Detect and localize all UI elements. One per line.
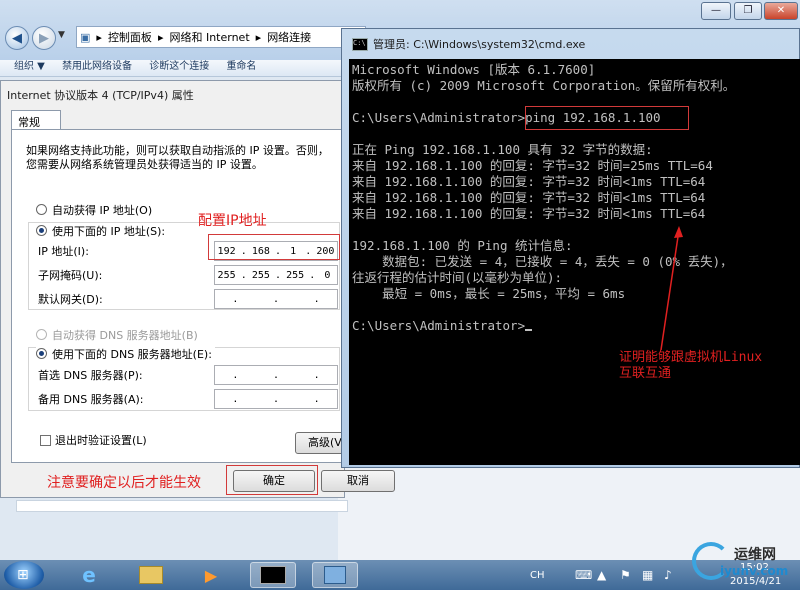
console-line: 最短 = 0ms，最长 = 25ms，平均 = 6ms bbox=[352, 286, 626, 301]
radio-off-icon bbox=[36, 204, 47, 215]
ipv4-properties-dialog: Internet 协议版本 4 (TCP/IPv4) 属性 常规 如果网络支持此… bbox=[0, 80, 395, 498]
radio-disabled-icon bbox=[36, 329, 47, 340]
auto-dns-radio[interactable]: 自动获得 DNS 服务器地址(B) bbox=[36, 327, 198, 343]
media-player-icon: ▶ bbox=[204, 565, 218, 585]
alternate-dns-label: 备用 DNS 服务器(A): bbox=[38, 393, 144, 406]
maximize-icon: ❐ bbox=[743, 5, 753, 16]
advanced-button[interactable]: 高级(V)... bbox=[295, 432, 345, 454]
cancel-button[interactable]: 取消 bbox=[321, 470, 395, 492]
cmd-title: 管理员: C:\Windows\system32\cmd.exe bbox=[373, 38, 586, 51]
console-line: 正在 Ping 192.168.1.100 具有 32 字节的数据: bbox=[352, 142, 653, 157]
cmd-console[interactable]: Microsoft Windows [版本 6.1.7600] 版权所有 (c)… bbox=[349, 59, 800, 465]
explorer-maximize-button[interactable]: ❐ bbox=[734, 2, 762, 20]
internet-explorer-icon: e bbox=[82, 563, 96, 587]
cmd-window: C:\ 管理员: C:\Windows\system32\cmd.exe Mic… bbox=[341, 28, 800, 468]
manual-ip-radio[interactable]: 使用下面的 IP 地址(S): bbox=[36, 223, 169, 239]
network-connections-icon bbox=[324, 566, 346, 584]
close-icon: ✕ bbox=[776, 5, 786, 16]
taskbar-ie[interactable]: e bbox=[66, 562, 112, 588]
windows-logo-icon: ⊞ bbox=[17, 567, 29, 583]
console-line: 版权所有 (c) 2009 Microsoft Corporation。保留所有… bbox=[352, 78, 736, 93]
address-bar[interactable]: ▣ ▸ 控制面板 ▸ 网络和 Internet ▸ 网络连接 bbox=[76, 26, 366, 48]
flag-icon[interactable]: ⚑ bbox=[620, 568, 631, 582]
subnet-mask-input[interactable]: 255. 255. 255. 0 bbox=[214, 265, 338, 285]
checkbox-icon bbox=[40, 435, 51, 446]
taskbar: ⊞ e ▶ CH ⌨ ▲ ⚑ ▦ ♪ 15:02 2015/4/21 bbox=[0, 560, 800, 590]
recent-pages-chevron-icon[interactable]: ▼ bbox=[58, 30, 65, 40]
dialog-description: 如果网络支持此功能，则可以获取自动指派的 IP 设置。否则， 您需要从网络系统管… bbox=[26, 144, 329, 171]
console-line: 192.168.1.100 的 Ping 统计信息: bbox=[352, 238, 573, 253]
taskbar-explorer[interactable] bbox=[128, 562, 174, 588]
toolbar-organize[interactable]: 组织 ▼ bbox=[14, 60, 45, 74]
explorer-close-button[interactable]: ✕ bbox=[764, 2, 798, 20]
ip-highlight-box bbox=[208, 234, 340, 260]
taskbar-cmd[interactable] bbox=[250, 562, 296, 588]
ping-command-highlight-box bbox=[525, 106, 689, 130]
console-prompt: C:\Users\Administrator> bbox=[352, 318, 533, 334]
alternate-dns-input[interactable]: ... bbox=[214, 389, 338, 409]
console-line: 来自 192.168.1.100 的回复: 字节=32 时间=25ms TTL=… bbox=[352, 158, 713, 173]
cmd-titlebar[interactable]: C:\ 管理员: C:\Windows\system32\cmd.exe bbox=[342, 29, 800, 59]
breadcrumb-1[interactable]: 网络和 Internet bbox=[166, 29, 252, 45]
annotation-config-ip: 配置IP地址 bbox=[198, 213, 267, 229]
console-line: 往返行程的估计时间(以毫秒为单位): bbox=[352, 270, 563, 285]
volume-icon[interactable]: ♪ bbox=[664, 568, 672, 582]
dialog-title: Internet 协议版本 4 (TCP/IPv4) 属性 bbox=[7, 89, 194, 102]
arrow-right-icon: ▶ bbox=[39, 30, 49, 46]
console-line: 来自 192.168.1.100 的回复: 字节=32 时间<1ms TTL=6… bbox=[352, 206, 706, 221]
annotation-proof: 证明能够跟虚拟机Linux 互联互通 bbox=[619, 350, 763, 381]
explorer-toolbar: 组织 ▼ 禁用此网络设备 诊断这个连接 重命名 bbox=[0, 60, 345, 77]
back-button[interactable]: ◀ bbox=[5, 26, 29, 50]
general-tab-panel: 如果网络支持此功能，则可以获取自动指派的 IP 设置。否则， 您需要从网络系统管… bbox=[11, 129, 345, 463]
arrow-left-icon: ◀ bbox=[12, 30, 22, 46]
breadcrumb-0[interactable]: 控制面板 bbox=[105, 29, 155, 45]
cursor-icon bbox=[525, 329, 533, 331]
taskbar-media-player[interactable]: ▶ bbox=[188, 562, 234, 588]
forward-button[interactable]: ▶ bbox=[32, 26, 56, 50]
annotation-note-ok: 注意要确定以后才能生效 bbox=[47, 475, 201, 491]
preferred-dns-label: 首选 DNS 服务器(P): bbox=[38, 369, 143, 382]
gateway-input[interactable]: ... bbox=[214, 289, 338, 309]
toolbar-disable-device[interactable]: 禁用此网络设备 bbox=[62, 60, 132, 74]
folder-icon bbox=[139, 566, 163, 584]
radio-on-icon bbox=[36, 348, 47, 359]
toolbar-diagnose[interactable]: 诊断这个连接 bbox=[149, 60, 209, 74]
ip-address-label: IP 地址(I): bbox=[38, 245, 89, 258]
ok-highlight-box bbox=[226, 465, 318, 495]
taskbar-network[interactable] bbox=[312, 562, 358, 588]
console-line: 来自 192.168.1.100 的回复: 字节=32 时间<1ms TTL=6… bbox=[352, 190, 706, 205]
console-line: 来自 192.168.1.100 的回复: 字节=32 时间<1ms TTL=6… bbox=[352, 174, 706, 189]
annotation-arrow-icon bbox=[660, 226, 683, 351]
cmd-icon: C:\ bbox=[352, 37, 368, 51]
validate-on-exit-checkbox[interactable]: 退出时验证设置(L) bbox=[40, 432, 147, 448]
manual-dns-radio[interactable]: 使用下面的 DNS 服务器地址(E): bbox=[36, 346, 215, 362]
network-status-icon[interactable]: ▦ bbox=[642, 568, 653, 582]
explorer-status-strip bbox=[16, 500, 348, 512]
tab-general[interactable]: 常规 bbox=[11, 110, 61, 130]
preferred-dns-input[interactable]: ... bbox=[214, 365, 338, 385]
subnet-mask-label: 子网掩码(U): bbox=[38, 269, 103, 282]
explorer-minimize-button[interactable]: — bbox=[701, 2, 731, 20]
keyboard-icon[interactable]: ⌨ bbox=[575, 568, 592, 582]
minimize-icon: — bbox=[711, 5, 721, 16]
input-language-indicator[interactable]: CH bbox=[530, 570, 545, 581]
breadcrumb-2[interactable]: 网络连接 bbox=[264, 29, 314, 45]
cmd-app-icon bbox=[260, 566, 286, 584]
auto-ip-radio[interactable]: 自动获得 IP 地址(O) bbox=[36, 202, 152, 218]
start-button[interactable]: ⊞ bbox=[4, 561, 44, 589]
toolbar-rename[interactable]: 重命名 bbox=[226, 60, 256, 74]
radio-on-icon bbox=[36, 225, 47, 236]
gateway-label: 默认网关(D): bbox=[38, 293, 103, 306]
tray-chevron-icon[interactable]: ▲ bbox=[597, 568, 606, 582]
control-panel-icon: ▣ bbox=[80, 30, 91, 44]
watermark-logo: 运维网 iyunv.com bbox=[690, 540, 800, 590]
console-line: Microsoft Windows [版本 6.1.7600] bbox=[352, 62, 596, 77]
